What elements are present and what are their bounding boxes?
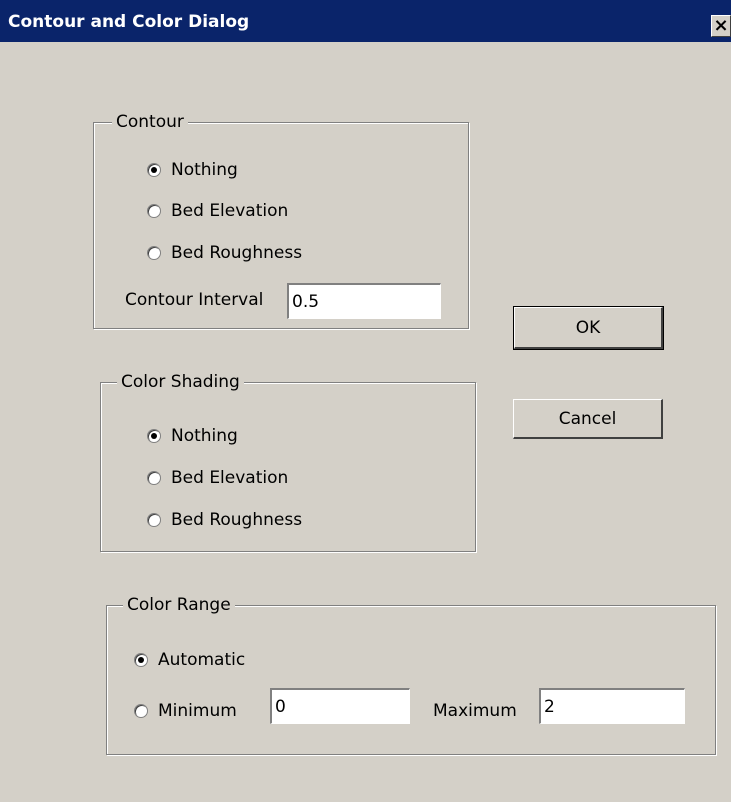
contour-bed-elevation-label: Bed Elevation	[171, 201, 289, 221]
color-shading-bed-elevation-radio-indicator	[147, 471, 161, 485]
minimum-radio-indicator	[134, 704, 148, 718]
contour-nothing-radio[interactable]: Nothing	[147, 160, 238, 180]
contour-nothing-radio-indicator	[147, 163, 161, 177]
contour-interval-input[interactable]: 0.5	[287, 283, 441, 319]
color-shading-bed-elevation-radio[interactable]: Bed Elevation	[147, 468, 288, 488]
contour-interval-label: Contour Interval	[125, 290, 264, 310]
maximum-input[interactable]: 2	[539, 688, 685, 724]
minimum-input[interactable]: 0	[270, 688, 410, 724]
ok-button-label: OK	[575, 318, 601, 338]
contour-bed-roughness-radio-indicator	[147, 246, 161, 260]
color-range-group: Color Range Automatic Minimum 0 Maximum …	[106, 594, 716, 755]
color-shading-bed-roughness-radio-indicator	[147, 513, 161, 527]
contour-bed-roughness-label: Bed Roughness	[171, 243, 303, 263]
automatic-radio-indicator	[134, 653, 148, 667]
color-shading-bed-elevation-label: Bed Elevation	[171, 468, 289, 488]
minimum-label: Minimum	[158, 701, 237, 721]
ok-button[interactable]: OK	[513, 306, 664, 350]
window-title: Contour and Color Dialog	[8, 12, 250, 32]
color-shading-nothing-label: Nothing	[171, 426, 238, 446]
contour-bed-elevation-radio[interactable]: Bed Elevation	[147, 201, 288, 221]
cancel-button[interactable]: Cancel	[513, 399, 663, 439]
color-shading-group: Color Shading Nothing Bed Elevation Bed …	[100, 371, 476, 552]
cancel-button-label: Cancel	[558, 409, 617, 429]
color-shading-bed-roughness-radio[interactable]: Bed Roughness	[147, 510, 302, 530]
contour-nothing-label: Nothing	[171, 160, 238, 180]
close-icon: ×	[713, 15, 729, 36]
close-button[interactable]: ×	[711, 15, 731, 37]
contour-group: Contour Nothing Bed Elevation Bed Roughn…	[93, 111, 469, 329]
title-bar: Contour and Color Dialog ×	[0, 0, 731, 42]
minimum-radio[interactable]: Minimum	[134, 701, 237, 721]
color-shading-legend: Color Shading	[117, 371, 244, 393]
contour-bed-elevation-radio-indicator	[147, 204, 161, 218]
contour-legend: Contour	[112, 111, 188, 133]
color-shading-nothing-radio[interactable]: Nothing	[147, 426, 238, 446]
color-shading-nothing-radio-indicator	[147, 429, 161, 443]
contour-bed-roughness-radio[interactable]: Bed Roughness	[147, 243, 302, 263]
automatic-label: Automatic	[158, 650, 246, 670]
color-shading-bed-roughness-label: Bed Roughness	[171, 510, 303, 530]
maximum-label: Maximum	[433, 701, 517, 721]
color-range-legend: Color Range	[123, 594, 235, 616]
automatic-radio[interactable]: Automatic	[134, 650, 245, 670]
